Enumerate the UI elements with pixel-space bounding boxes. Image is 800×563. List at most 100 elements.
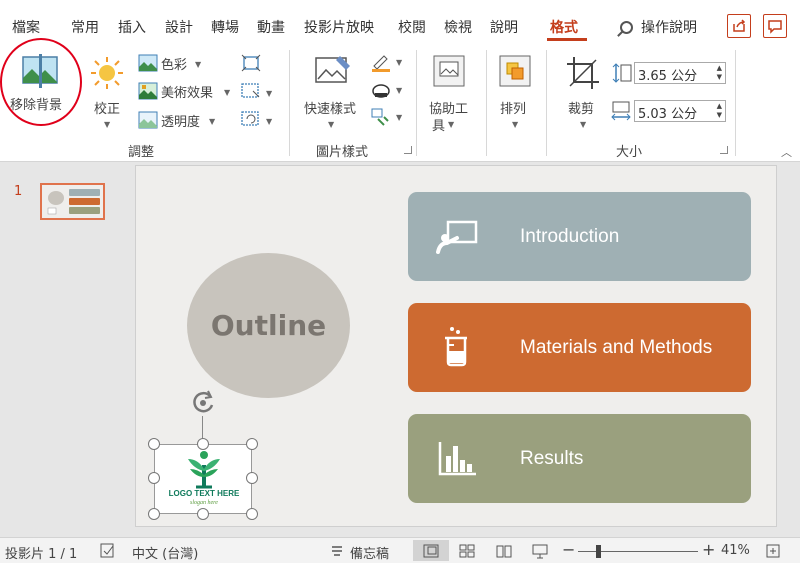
results-card[interactable]: Results [408, 414, 751, 503]
comments-button[interactable] [763, 14, 787, 38]
resize-handle[interactable] [197, 508, 209, 520]
resize-handle[interactable] [246, 472, 258, 484]
width-spinner[interactable]: 5.03 公分 ▲ ▼ [634, 100, 726, 122]
collapse-ribbon-icon[interactable]: ︿ [781, 144, 792, 160]
artistic-effects-icon [138, 82, 158, 100]
artistic-effects-button[interactable]: 美術效果 ▼ [138, 81, 233, 101]
artistic-effects-label: 美術效果 [161, 86, 214, 101]
arrange-button[interactable]: 排列 ▼ [494, 50, 538, 130]
group-separator [486, 50, 487, 156]
tab-transitions[interactable]: 轉場 [211, 17, 239, 37]
fit-to-window-icon[interactable] [765, 543, 781, 559]
materials-methods-card[interactable]: Materials and Methods [408, 303, 751, 392]
corrections-button[interactable]: 校正 ▼ [88, 50, 128, 130]
tab-help[interactable]: 說明 [490, 17, 518, 37]
quick-styles-button[interactable]: 快速樣式 ▼ [300, 50, 364, 130]
active-tab-indicator [547, 38, 587, 41]
slide-thumbnail-preview [42, 185, 103, 218]
tell-me-search[interactable]: 操作說明 [620, 17, 697, 37]
slide-thumbnail-pane: 1 [0, 163, 128, 537]
slide-sorter-icon[interactable] [459, 543, 475, 559]
height-spinner[interactable]: 3.65 公分 ▲ ▼ [634, 62, 726, 84]
chevron-down-icon: ▼ [328, 120, 335, 129]
chevron-down-icon: ▼ [224, 88, 231, 97]
sun-icon [91, 57, 123, 89]
tab-insert[interactable]: 插入 [118, 17, 146, 37]
tab-review[interactable]: 校閱 [398, 17, 426, 37]
picture-border-icon[interactable] [370, 52, 392, 72]
alt-text-icon [433, 55, 465, 87]
size-group-label: 大小 [616, 145, 643, 160]
transparency-icon [138, 111, 158, 129]
corrections-label: 校正 [94, 102, 121, 117]
rotate-handle-icon[interactable] [188, 388, 218, 418]
beaker-icon [445, 327, 467, 367]
presentation-icon [436, 220, 478, 254]
slide-canvas[interactable]: Outline Introduction Materials and Metho… [135, 165, 777, 527]
normal-view-icon[interactable] [423, 543, 439, 559]
tab-design[interactable]: 設計 [165, 17, 193, 37]
notes-button[interactable]: 備忘稿 [350, 543, 389, 562]
zoom-level[interactable]: 41% [721, 543, 750, 558]
share-button[interactable] [727, 14, 751, 38]
group-separator [735, 50, 736, 156]
share-icon [733, 19, 746, 32]
logo-text: LOGO TEXT HERE [168, 489, 240, 498]
color-button[interactable]: 色彩 ▼ [138, 53, 218, 73]
slide-count: 投影片 1 / 1 [5, 547, 78, 562]
width-icon [611, 101, 631, 121]
zoom-slider-thumb[interactable] [596, 545, 601, 558]
accessibility-button[interactable]: 協助工 具 ▼ [424, 50, 480, 134]
picture-layout-icon[interactable] [370, 107, 392, 127]
introduction-card[interactable]: Introduction [408, 192, 751, 281]
slideshow-view-icon[interactable] [532, 543, 548, 559]
adjust-group-label: 調整 [128, 145, 155, 160]
resize-handle[interactable] [148, 472, 160, 484]
chevron-down-icon: ▼ [266, 89, 273, 98]
resize-handle[interactable] [148, 508, 160, 520]
resize-handle[interactable] [197, 438, 209, 450]
zoom-out-button[interactable]: − [562, 540, 575, 559]
language-indicator[interactable]: 中文 (台灣) [132, 543, 198, 562]
results-label: Results [520, 448, 584, 469]
reading-view-icon[interactable] [496, 543, 512, 559]
spelling-check-icon[interactable] [100, 543, 116, 559]
ribbon-format: 移除背景 校正 ▼ 色彩 ▼ 美術效果 ▼ 透明度 ▼ ▼ ▼ 調整 快速樣式 … [0, 38, 800, 162]
resize-handle[interactable] [246, 438, 258, 450]
crop-button[interactable]: 裁剪 ▼ [560, 50, 608, 130]
slide-thumbnail[interactable] [40, 183, 105, 220]
spinner-arrows-icon[interactable]: ▲ ▼ [717, 64, 722, 82]
spinner-arrows-icon[interactable]: ▲ ▼ [717, 102, 722, 120]
tab-format[interactable]: 格式 [550, 17, 578, 37]
change-picture-icon[interactable] [241, 82, 265, 100]
zoom-in-button[interactable]: + [702, 540, 715, 559]
picture-effects-icon[interactable] [370, 80, 392, 100]
transparency-label: 透明度 [161, 115, 201, 130]
transparency-button[interactable]: 透明度 ▼ [138, 110, 223, 130]
selected-logo-image[interactable]: LOGO TEXT HERE slogan here [154, 444, 252, 514]
resize-handle[interactable] [148, 438, 160, 450]
resize-handle[interactable] [246, 508, 258, 520]
materials-methods-label: Materials and Methods [520, 337, 713, 358]
outline-title: Outline [210, 309, 327, 342]
reset-picture-icon[interactable] [241, 110, 265, 128]
tab-slideshow[interactable]: 投影片放映 [304, 17, 374, 37]
group-separator [416, 50, 417, 156]
tab-view[interactable]: 檢視 [444, 17, 472, 37]
alt-text-label-2: 具 [432, 119, 446, 134]
chevron-down-icon: ▼ [512, 120, 519, 129]
tab-home[interactable]: 常用 [71, 17, 99, 37]
introduction-label: Introduction [520, 226, 620, 247]
picture-styles-group-label: 圖片樣式 [316, 145, 369, 160]
dialog-launcher-icon[interactable] [720, 146, 728, 154]
tab-file[interactable]: 檔案 [12, 17, 40, 37]
width-value: 5.03 公分 [638, 107, 698, 122]
compress-pictures-icon[interactable] [241, 54, 261, 72]
group-separator [546, 50, 547, 156]
tab-animations[interactable]: 動畫 [257, 17, 285, 37]
arrange-label: 排列 [500, 102, 527, 117]
chevron-down-icon: ▼ [448, 120, 455, 129]
bar-chart-icon [438, 442, 476, 476]
chevron-down-icon: ▼ [396, 113, 403, 122]
dialog-launcher-icon[interactable] [404, 146, 412, 154]
